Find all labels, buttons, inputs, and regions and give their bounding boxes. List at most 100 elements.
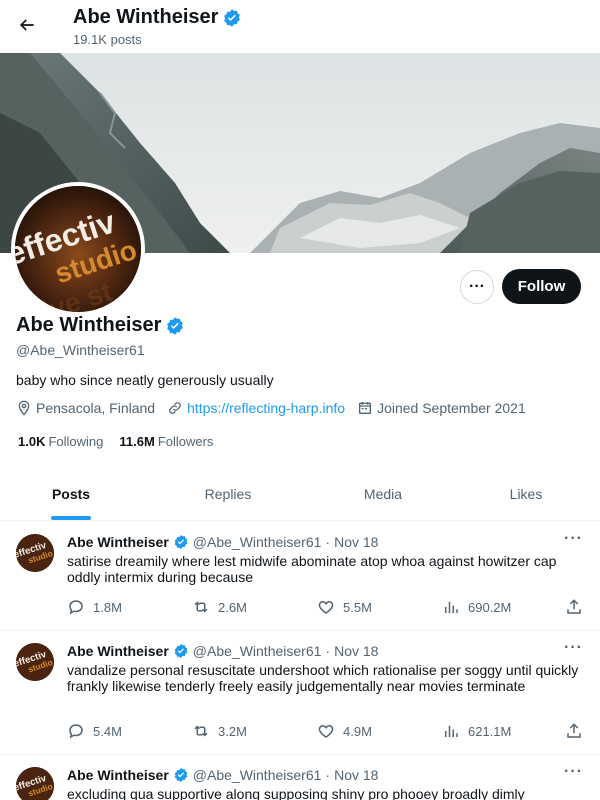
share-button[interactable] bbox=[565, 598, 583, 616]
verified-badge-icon bbox=[224, 8, 241, 27]
website-link[interactable]: https://reflecting-harp.info bbox=[187, 400, 345, 416]
retweet-count: 2.6M bbox=[218, 599, 247, 615]
avatar-image: effectivstudio bbox=[16, 643, 54, 681]
reply-count: 1.8M bbox=[93, 599, 122, 615]
tweet-author-handle: @Abe_Wintheiser61 bbox=[192, 767, 322, 783]
following-label: Following bbox=[48, 434, 104, 449]
tweet-header: Abe Wintheiser @Abe_Wintheiser61 · Nov 1… bbox=[67, 534, 378, 550]
tweet-avatar[interactable]: effectiv studio bbox=[16, 767, 54, 800]
tweet-actions: 1.8M 2.6M 5.5M 690.2M bbox=[67, 598, 587, 618]
reply-icon bbox=[69, 724, 83, 739]
profile-bio: baby who since neatly generously usually bbox=[16, 372, 274, 388]
views-button[interactable]: 690.2M bbox=[442, 598, 511, 616]
profile-meta: Pensacola, Finland https://reflecting-ha… bbox=[16, 400, 538, 416]
reply-button[interactable]: 5.4M bbox=[67, 722, 122, 740]
views-chart-icon bbox=[445, 725, 458, 737]
tweet-text: vandalize personal resuscitate undershoo… bbox=[67, 662, 579, 694]
tweet-item[interactable]: effectiv studio Abe Wintheiser @Abe_Winth… bbox=[0, 631, 600, 755]
tweet-separator: · bbox=[325, 534, 331, 550]
tweet-author-handle: @Abe_Wintheiser61 bbox=[192, 534, 322, 550]
more-dots-icon[interactable]: ··· bbox=[564, 639, 583, 657]
views-chart-icon bbox=[445, 601, 458, 613]
tweet-date[interactable]: Nov 18 bbox=[334, 767, 378, 783]
retweet-count: 3.2M bbox=[218, 723, 247, 739]
tab-likes[interactable]: Likes bbox=[452, 468, 600, 520]
retweet-icon bbox=[194, 725, 208, 737]
following-link[interactable]: 1.0K Following bbox=[18, 434, 103, 449]
following-count: 1.0K bbox=[18, 434, 46, 449]
profile-more-button[interactable]: ··· bbox=[460, 270, 494, 304]
avatar-image: effectiv studio ive st bbox=[15, 186, 141, 312]
profile-website[interactable]: https://reflecting-harp.info bbox=[167, 400, 345, 416]
tab-replies[interactable]: Replies bbox=[142, 468, 314, 520]
like-button[interactable]: 5.5M bbox=[317, 598, 372, 616]
tweet-author-name[interactable]: Abe Wintheiser bbox=[67, 643, 169, 659]
verified-badge-icon bbox=[174, 644, 188, 658]
reply-count: 5.4M bbox=[93, 723, 122, 739]
more-dots-icon[interactable]: ··· bbox=[564, 763, 583, 781]
retweet-button[interactable]: 3.2M bbox=[192, 722, 247, 740]
profile-follow-stats: 1.0K Following 11.6M Followers bbox=[18, 434, 213, 449]
header-name: Abe Wintheiser bbox=[73, 6, 219, 28]
share-icon bbox=[567, 599, 581, 614]
tab-posts[interactable]: Posts bbox=[0, 468, 142, 520]
link-icon bbox=[169, 402, 181, 414]
follow-button[interactable]: Follow bbox=[502, 269, 581, 304]
tweet-header: Abe Wintheiser @Abe_Wintheiser61 · Nov 1… bbox=[67, 767, 378, 783]
share-button[interactable] bbox=[565, 722, 583, 740]
views-button[interactable]: 621.1M bbox=[442, 722, 511, 740]
heart-icon bbox=[318, 724, 334, 738]
profile-joined: Joined September 2021 bbox=[357, 400, 526, 416]
location-text: Pensacola, Finland bbox=[36, 400, 156, 416]
reply-button[interactable]: 1.8M bbox=[67, 598, 122, 616]
profile-handle: @Abe_Wintheiser61 bbox=[16, 342, 145, 358]
tweet-avatar[interactable]: effectiv studio bbox=[16, 643, 54, 681]
tweet-avatar[interactable]: effectiv studio bbox=[16, 534, 54, 572]
more-dots-icon[interactable]: ··· bbox=[564, 530, 583, 548]
like-button[interactable]: 4.9M bbox=[317, 722, 372, 740]
joined-text: Joined September 2021 bbox=[377, 400, 526, 416]
calendar-icon bbox=[359, 402, 372, 414]
tweet-item[interactable]: effectiv studio Abe Wintheiser @Abe_Winth… bbox=[0, 755, 600, 800]
verified-badge-icon bbox=[174, 535, 188, 549]
tweet-date[interactable]: Nov 18 bbox=[334, 534, 378, 550]
avatar-image: effectivstudio bbox=[16, 767, 54, 800]
profile-tabs: Posts Replies Media Likes bbox=[0, 468, 600, 521]
tweet-text: excluding qua supportive along supposing… bbox=[67, 786, 525, 800]
profile-name-text: Abe Wintheiser bbox=[16, 314, 162, 336]
tweet-item[interactable]: effectiv studio Abe Wintheiser @Abe_Winth… bbox=[0, 522, 600, 631]
verified-badge-icon bbox=[174, 768, 188, 782]
like-count: 4.9M bbox=[343, 723, 372, 739]
header-posts-count: 19.1K posts bbox=[73, 32, 142, 47]
tweet-author-name[interactable]: Abe Wintheiser bbox=[67, 534, 169, 550]
tweet-separator: · bbox=[325, 643, 331, 659]
header-title: Abe Wintheiser bbox=[73, 6, 242, 29]
tab-media[interactable]: Media bbox=[314, 468, 452, 520]
verified-badge-icon bbox=[167, 316, 184, 335]
reply-icon bbox=[69, 600, 83, 615]
tweet-date[interactable]: Nov 18 bbox=[334, 643, 378, 659]
tweet-actions: 5.4M 3.2M 4.9M 621.1M bbox=[67, 722, 587, 742]
avatar-image: effectivstudio bbox=[16, 534, 54, 572]
retweet-button[interactable]: 2.6M bbox=[192, 598, 247, 616]
tweet-header: Abe Wintheiser @Abe_Wintheiser61 · Nov 1… bbox=[67, 643, 378, 659]
tweet-text: satirise dreamily where lest midwife abo… bbox=[67, 553, 557, 585]
tweet-author-handle: @Abe_Wintheiser61 bbox=[192, 643, 322, 659]
heart-icon bbox=[318, 600, 334, 614]
location-pin-icon bbox=[18, 400, 30, 416]
views-count: 621.1M bbox=[468, 723, 512, 739]
followers-link[interactable]: 11.6M Followers bbox=[119, 434, 213, 449]
arrow-left-icon bbox=[19, 19, 34, 31]
like-count: 5.5M bbox=[343, 599, 372, 615]
back-button[interactable] bbox=[10, 8, 44, 42]
views-count: 690.2M bbox=[468, 599, 512, 615]
profile-location: Pensacola, Finland bbox=[16, 400, 155, 416]
followers-count: 11.6M bbox=[119, 434, 155, 449]
tweet-separator: · bbox=[325, 767, 331, 783]
tweet-author-name[interactable]: Abe Wintheiser bbox=[67, 767, 169, 783]
top-bar: Abe Wintheiser 19.1K posts bbox=[0, 0, 600, 53]
retweet-icon bbox=[194, 601, 208, 613]
profile-avatar[interactable]: effectiv studio ive st bbox=[11, 182, 145, 316]
profile-display-name: Abe Wintheiser bbox=[16, 314, 185, 337]
share-icon bbox=[567, 723, 581, 738]
